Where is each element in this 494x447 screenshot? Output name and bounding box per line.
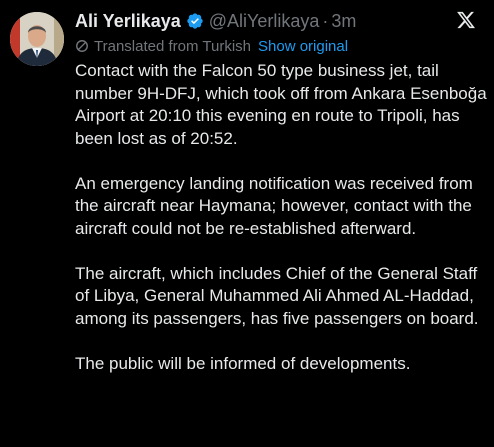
header-separator: · [322, 10, 329, 31]
tweet-paragraph: The public will be informed of developme… [75, 353, 411, 373]
author-handle[interactable]: @AliYerlikaya [209, 11, 320, 32]
avatar-image [10, 12, 64, 66]
tweet-text: Contact with the Falcon 50 type business… [75, 60, 487, 375]
avatar[interactable] [10, 12, 64, 66]
author-display-name[interactable]: Ali Yerlikaya [75, 11, 181, 32]
tweet-header: Ali Yerlikaya @AliYerlikaya · 3m [75, 8, 356, 34]
tweet-paragraph: Contact with the Falcon 50 type business… [75, 61, 487, 148]
x-logo-icon[interactable] [455, 10, 477, 30]
verified-badge-icon [187, 13, 203, 29]
translated-label: Translated from Turkish [94, 37, 251, 55]
translation-notice: Translated from Turkish Show original [75, 36, 348, 56]
tweet-paragraph: An emergency landing notification was re… [75, 173, 473, 238]
tweet-paragraph: The aircraft, which includes Chief of th… [75, 263, 479, 328]
tweet-timestamp[interactable]: 3m [331, 11, 356, 32]
show-original-link[interactable]: Show original [258, 38, 348, 55]
translate-icon [76, 40, 88, 52]
